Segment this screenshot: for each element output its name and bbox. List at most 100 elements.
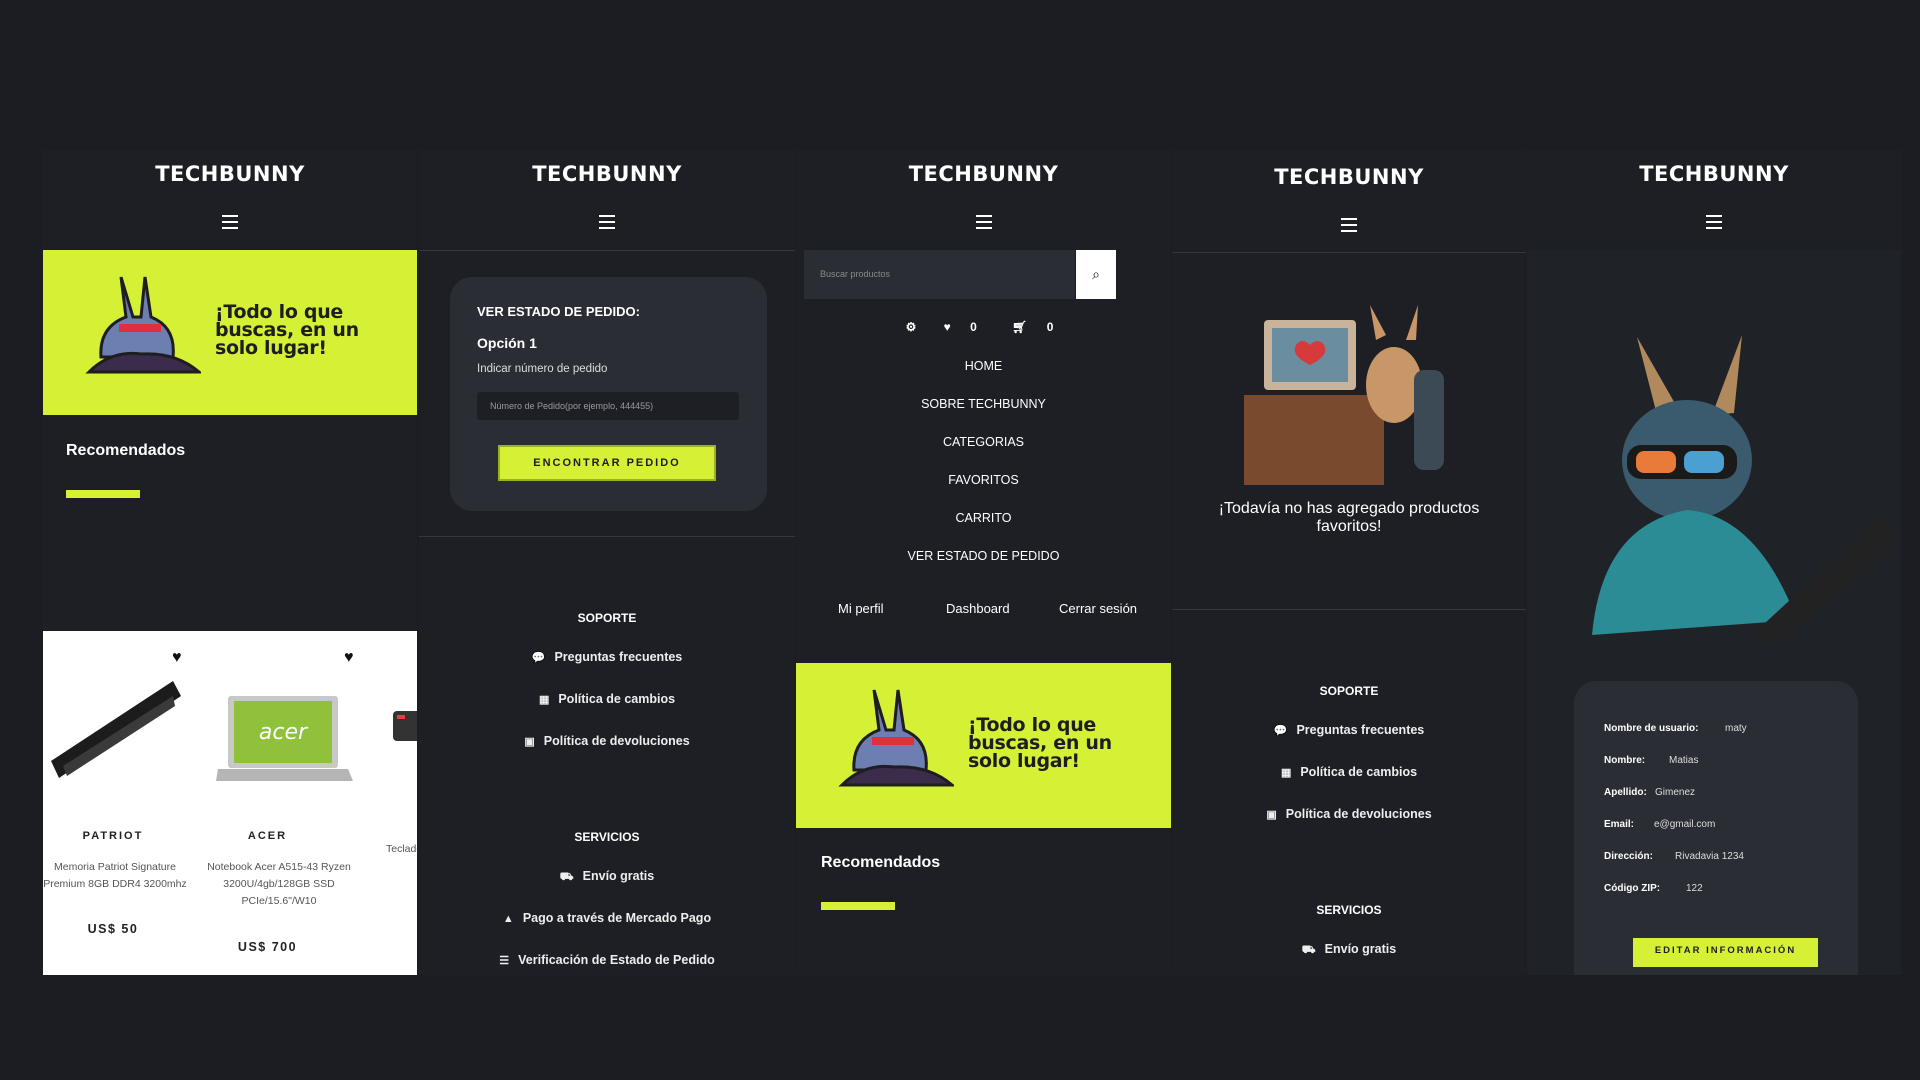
- heart-icon[interactable]: ♥: [344, 649, 354, 667]
- profile-screen: TECHBUNNY Nombre de usuario: maty Nombre…: [1527, 150, 1901, 975]
- mercado-pago-link[interactable]: ▲ Pago a través de Mercado Pago: [419, 911, 795, 925]
- exchange-policy-link[interactable]: ▦ Política de cambios: [419, 692, 795, 706]
- divider: [1172, 252, 1526, 253]
- free-shipping-link[interactable]: ⛟ Envío gratis: [1172, 942, 1526, 958]
- favorites-counter[interactable]: ♥ 0: [936, 320, 985, 334]
- product-carousel[interactable]: ♥ ♥ acer PATRIOT ACER Memoria Patriot Si…: [43, 631, 417, 975]
- laptop-product-image: acer: [216, 696, 353, 781]
- cart-counter[interactable]: 🛒︎ 0: [1004, 320, 1061, 334]
- heart-icon[interactable]: ♥: [172, 649, 182, 667]
- dashboard-link[interactable]: Dashboard: [946, 601, 1010, 616]
- services-title: SERVICIOS: [1316, 903, 1382, 917]
- profile-field-label: Apellido:: [1604, 787, 1647, 798]
- username-value: maty: [1725, 723, 1747, 734]
- brand-logo[interactable]: TECHBUNNY: [796, 162, 1171, 186]
- recommended-title: Recomendados: [66, 442, 186, 459]
- exchange-policy-link[interactable]: ▦ Política de cambios: [1172, 765, 1526, 779]
- bunny-with-laptop-image: [1592, 335, 1892, 645]
- hamburger-icon[interactable]: [1341, 218, 1357, 236]
- profile-field-label: Dirección:: [1604, 851, 1653, 862]
- menu-item-order-status[interactable]: VER ESTADO DE PEDIDO: [796, 549, 1171, 563]
- recommended-underline: [821, 902, 895, 910]
- menu-item-favorites[interactable]: FAVORITOS: [796, 473, 1171, 487]
- bag-icon: ▲: [502, 913, 514, 925]
- name-value: Matias: [1669, 755, 1699, 766]
- menu-item-cart[interactable]: CARRITO: [796, 511, 1171, 525]
- hamburger-icon[interactable]: [1706, 215, 1722, 233]
- bunny-at-computer-image: [1244, 305, 1444, 485]
- hamburger-icon[interactable]: [222, 215, 238, 233]
- hero-tagline: ¡Todo lo que buscas, en un solo lugar!: [968, 714, 1112, 772]
- recommended-underline: [66, 490, 140, 498]
- product-price: US$ 700: [237, 940, 298, 954]
- logout-link[interactable]: Cerrar sesión: [1059, 601, 1137, 616]
- product-name[interactable]: Memoria Patriot Signature Premium 8GB DDR…: [43, 859, 189, 893]
- lastname-value: Gimenez: [1655, 787, 1696, 798]
- empty-favorites-message: ¡Todavía no has agregado productos favori…: [1218, 500, 1480, 535]
- edit-info-button[interactable]: EDITAR INFORMACIÓN: [1633, 938, 1818, 967]
- address-value: Rivadavia 1234: [1675, 851, 1744, 862]
- chat-icon: 💬: [531, 652, 546, 664]
- zip-value: 122: [1686, 883, 1703, 894]
- truck-icon: ⛟: [559, 871, 574, 883]
- search-icon[interactable]: ⌕: [1076, 250, 1116, 299]
- order-hint: Indicar número de pedido: [477, 363, 608, 375]
- support-title: SOPORTE: [577, 611, 637, 625]
- list-icon: ☰: [499, 955, 510, 967]
- bunny-mascot-image: [85, 276, 201, 374]
- cart-icon: 🛒︎: [1012, 320, 1028, 334]
- brand-logo[interactable]: TECHBUNNY: [1527, 162, 1901, 186]
- truck-icon: ⛟: [1301, 944, 1316, 956]
- menu-item-home[interactable]: HOME: [796, 359, 1171, 373]
- returns-policy-link[interactable]: ▣ Política de devoluciones: [1172, 807, 1526, 821]
- profile-field-label: Código ZIP:: [1604, 883, 1661, 894]
- brand-logo[interactable]: TECHBUNNY: [1172, 165, 1526, 189]
- hero-tagline: ¡Todo lo que buscas, en un solo lugar!: [215, 301, 359, 359]
- user-actions-row: ⚙ ♥ 0 🛒︎ 0: [796, 320, 1171, 334]
- menu-screen: TECHBUNNY Buscar productos ⌕ ⚙ ♥ 0 🛒︎ 0 …: [796, 150, 1171, 975]
- brand-logo[interactable]: TECHBUNNY: [419, 162, 795, 186]
- hamburger-icon[interactable]: [599, 215, 615, 233]
- find-order-button[interactable]: ENCONTRAR PEDIDO: [498, 445, 716, 481]
- profile-field-label: Email:: [1604, 819, 1635, 830]
- product-brand: PATRIOT: [82, 830, 144, 842]
- box-icon: ▣: [524, 736, 535, 748]
- menu-item-about[interactable]: SOBRE TECHBUNNY: [796, 397, 1171, 411]
- profile-field-label: Nombre de usuario:: [1604, 723, 1699, 734]
- my-profile-link[interactable]: Mi perfil: [838, 601, 884, 616]
- services-title: SERVICIOS: [574, 830, 640, 844]
- order-status-card: VER ESTADO DE PEDIDO: Opción 1 Indicar n…: [450, 277, 767, 511]
- order-verification-link[interactable]: ☰ Verificación de Estado de Pedido: [419, 953, 795, 967]
- hero-banner: ¡Todo lo que buscas, en un solo lugar!: [43, 250, 417, 415]
- recommended-title: Recomendados: [821, 854, 941, 871]
- brand-logo[interactable]: TECHBUNNY: [43, 162, 417, 186]
- divider: [419, 536, 795, 537]
- svg-text:acer: acer: [259, 720, 309, 745]
- keyboard-product-image: [393, 711, 417, 741]
- divider: [419, 250, 795, 251]
- faq-link[interactable]: 💬 Preguntas frecuentes: [1172, 723, 1526, 737]
- faq-link[interactable]: 💬 Preguntas frecuentes: [419, 650, 795, 664]
- product-name[interactable]: Notebook Acer A515-43 Ryzen 3200U/4gb/128…: [193, 859, 365, 910]
- calendar-icon: ▦: [1280, 767, 1292, 779]
- profile-field-label: Nombre:: [1604, 755, 1646, 766]
- profile-info-card: Nombre de usuario: maty Nombre: Matias A…: [1574, 681, 1858, 975]
- product-name[interactable]: Teclado: [386, 841, 417, 858]
- ram-product-image: [51, 681, 181, 778]
- product-brand: ACER: [247, 830, 288, 842]
- hero-banner: ¡Todo lo que buscas, en un solo lugar!: [796, 663, 1171, 828]
- calendar-icon: ▦: [538, 694, 550, 706]
- email-value: e@gmail.com: [1654, 819, 1716, 830]
- free-shipping-link[interactable]: ⛟ Envío gratis: [419, 869, 795, 885]
- bunny-mascot-image: [838, 689, 954, 787]
- heart-icon: ♥: [943, 320, 951, 334]
- menu-item-categories[interactable]: CATEGORIAS: [796, 435, 1171, 449]
- hamburger-icon[interactable]: [975, 215, 992, 233]
- box-icon: ▣: [1266, 809, 1277, 821]
- gear-icon[interactable]: ⚙: [906, 320, 917, 334]
- chat-icon: 💬: [1273, 725, 1288, 737]
- order-number-input[interactable]: Número de Pedido(por ejemplo, 444455): [477, 392, 739, 420]
- returns-policy-link[interactable]: ▣ Política de devoluciones: [419, 734, 795, 748]
- support-title: SOPORTE: [1319, 684, 1379, 698]
- search-input[interactable]: Buscar productos: [804, 250, 1075, 299]
